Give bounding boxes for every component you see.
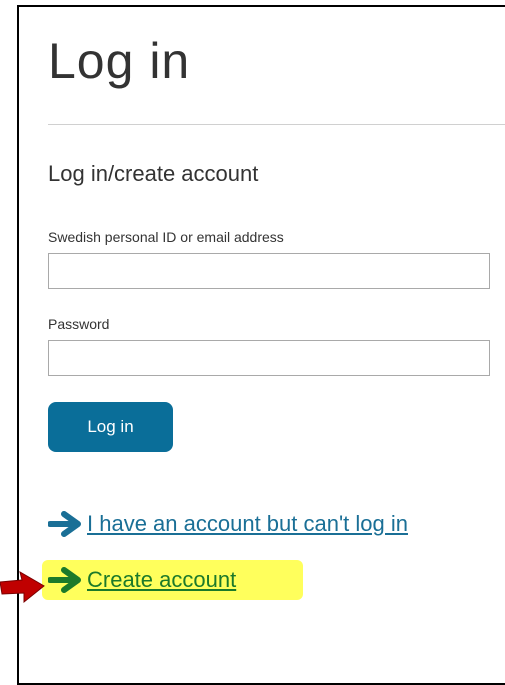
cant-login-link[interactable]: I have an account but can't log in (87, 513, 408, 535)
page-title: Log in (48, 33, 191, 89)
arrow-right-icon (48, 511, 81, 537)
personal-id-label: Swedish personal ID or email address (48, 229, 284, 245)
password-input[interactable] (48, 340, 490, 376)
create-account-link-row[interactable]: Create account (48, 567, 236, 593)
cant-login-link-row[interactable]: I have an account but can't log in (48, 511, 408, 537)
login-button[interactable]: Log in (48, 402, 173, 452)
arrow-right-icon (48, 567, 81, 593)
create-account-link[interactable]: Create account (87, 569, 236, 591)
red-pointer-arrow-icon (0, 570, 45, 604)
section-title: Log in/create account (48, 161, 259, 186)
personal-id-input[interactable] (48, 253, 490, 289)
password-label: Password (48, 316, 110, 332)
divider (48, 124, 505, 125)
